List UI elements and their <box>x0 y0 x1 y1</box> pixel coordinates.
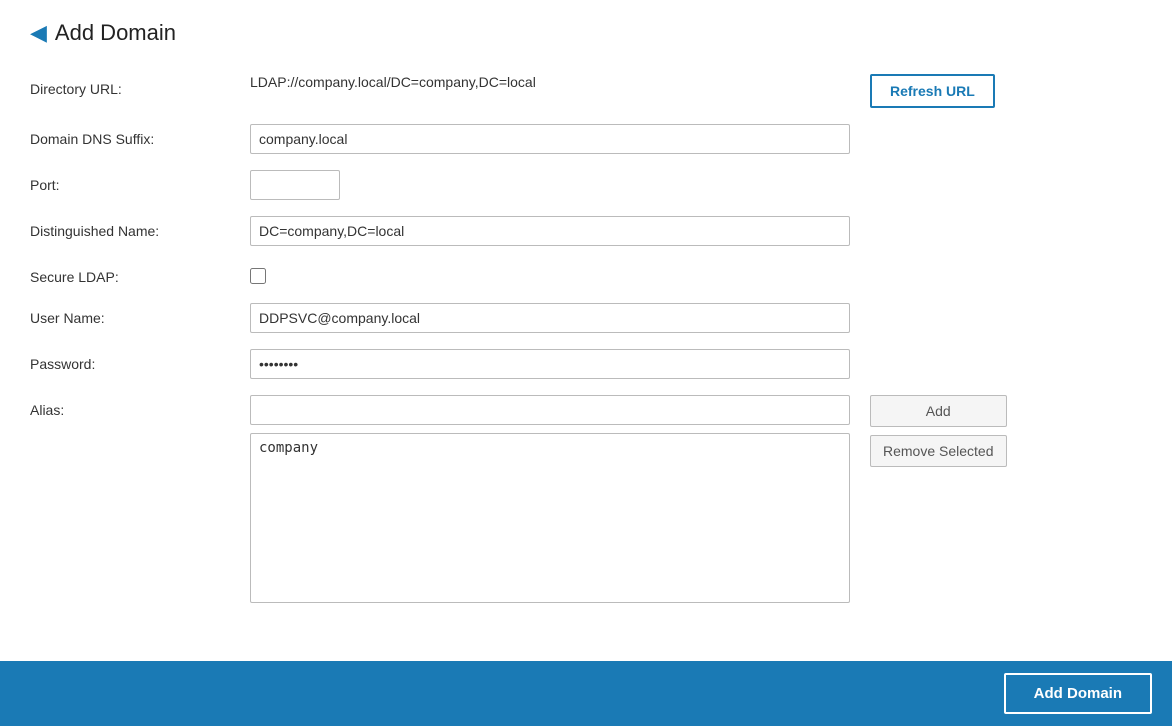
username-input[interactable] <box>250 303 850 333</box>
port-input-area <box>250 170 850 200</box>
bottom-bar: Add Domain <box>0 661 1172 726</box>
port-label: Port: <box>30 170 250 193</box>
port-row: Port: <box>30 170 1142 200</box>
alias-row: Alias: company Add Remove Selected <box>30 395 1142 606</box>
alias-section: company <box>250 395 850 606</box>
alias-list-textarea[interactable]: company <box>250 433 850 603</box>
distinguished-name-label: Distinguished Name: <box>30 216 250 239</box>
port-input[interactable] <box>250 170 340 200</box>
directory-url-value: LDAP://company.local/DC=company,DC=local <box>250 67 536 90</box>
domain-dns-suffix-input-area <box>250 124 850 154</box>
add-alias-button[interactable]: Add <box>870 395 1007 427</box>
page-title-row: ◀ Add Domain <box>30 20 1142 46</box>
refresh-url-button[interactable]: Refresh URL <box>870 74 995 108</box>
add-domain-button[interactable]: Add Domain <box>1004 673 1152 714</box>
alias-label: Alias: <box>30 395 250 418</box>
alias-input[interactable] <box>250 395 850 425</box>
password-label: Password: <box>30 349 250 372</box>
refresh-url-action: Refresh URL <box>870 74 995 108</box>
distinguished-name-input-area <box>250 216 850 246</box>
username-row: User Name: <box>30 303 1142 333</box>
remove-selected-button[interactable]: Remove Selected <box>870 435 1007 467</box>
alias-side-buttons: Add Remove Selected <box>870 395 1007 467</box>
password-row: Password: <box>30 349 1142 379</box>
domain-dns-suffix-row: Domain DNS Suffix: <box>30 124 1142 154</box>
password-input[interactable] <box>250 349 850 379</box>
secure-ldap-row: Secure LDAP: <box>30 262 1142 287</box>
distinguished-name-row: Distinguished Name: <box>30 216 1142 246</box>
page-wrapper: ◀ Add Domain Directory URL: LDAP://compa… <box>0 0 1172 702</box>
alias-list-area: company <box>250 433 850 606</box>
directory-url-label: Directory URL: <box>30 74 250 97</box>
secure-ldap-checkbox-area <box>250 262 850 287</box>
domain-dns-suffix-input[interactable] <box>250 124 850 154</box>
secure-ldap-checkbox[interactable] <box>250 268 266 284</box>
secure-ldap-label: Secure LDAP: <box>30 262 250 285</box>
password-input-area <box>250 349 850 379</box>
username-input-area <box>250 303 850 333</box>
username-label: User Name: <box>30 303 250 326</box>
back-icon[interactable]: ◀ <box>30 20 47 46</box>
distinguished-name-input[interactable] <box>250 216 850 246</box>
directory-url-row: Directory URL: LDAP://company.local/DC=c… <box>30 74 1142 108</box>
domain-dns-suffix-label: Domain DNS Suffix: <box>30 124 250 147</box>
directory-url-value-area: LDAP://company.local/DC=company,DC=local <box>250 74 850 90</box>
page-title: Add Domain <box>55 20 176 46</box>
